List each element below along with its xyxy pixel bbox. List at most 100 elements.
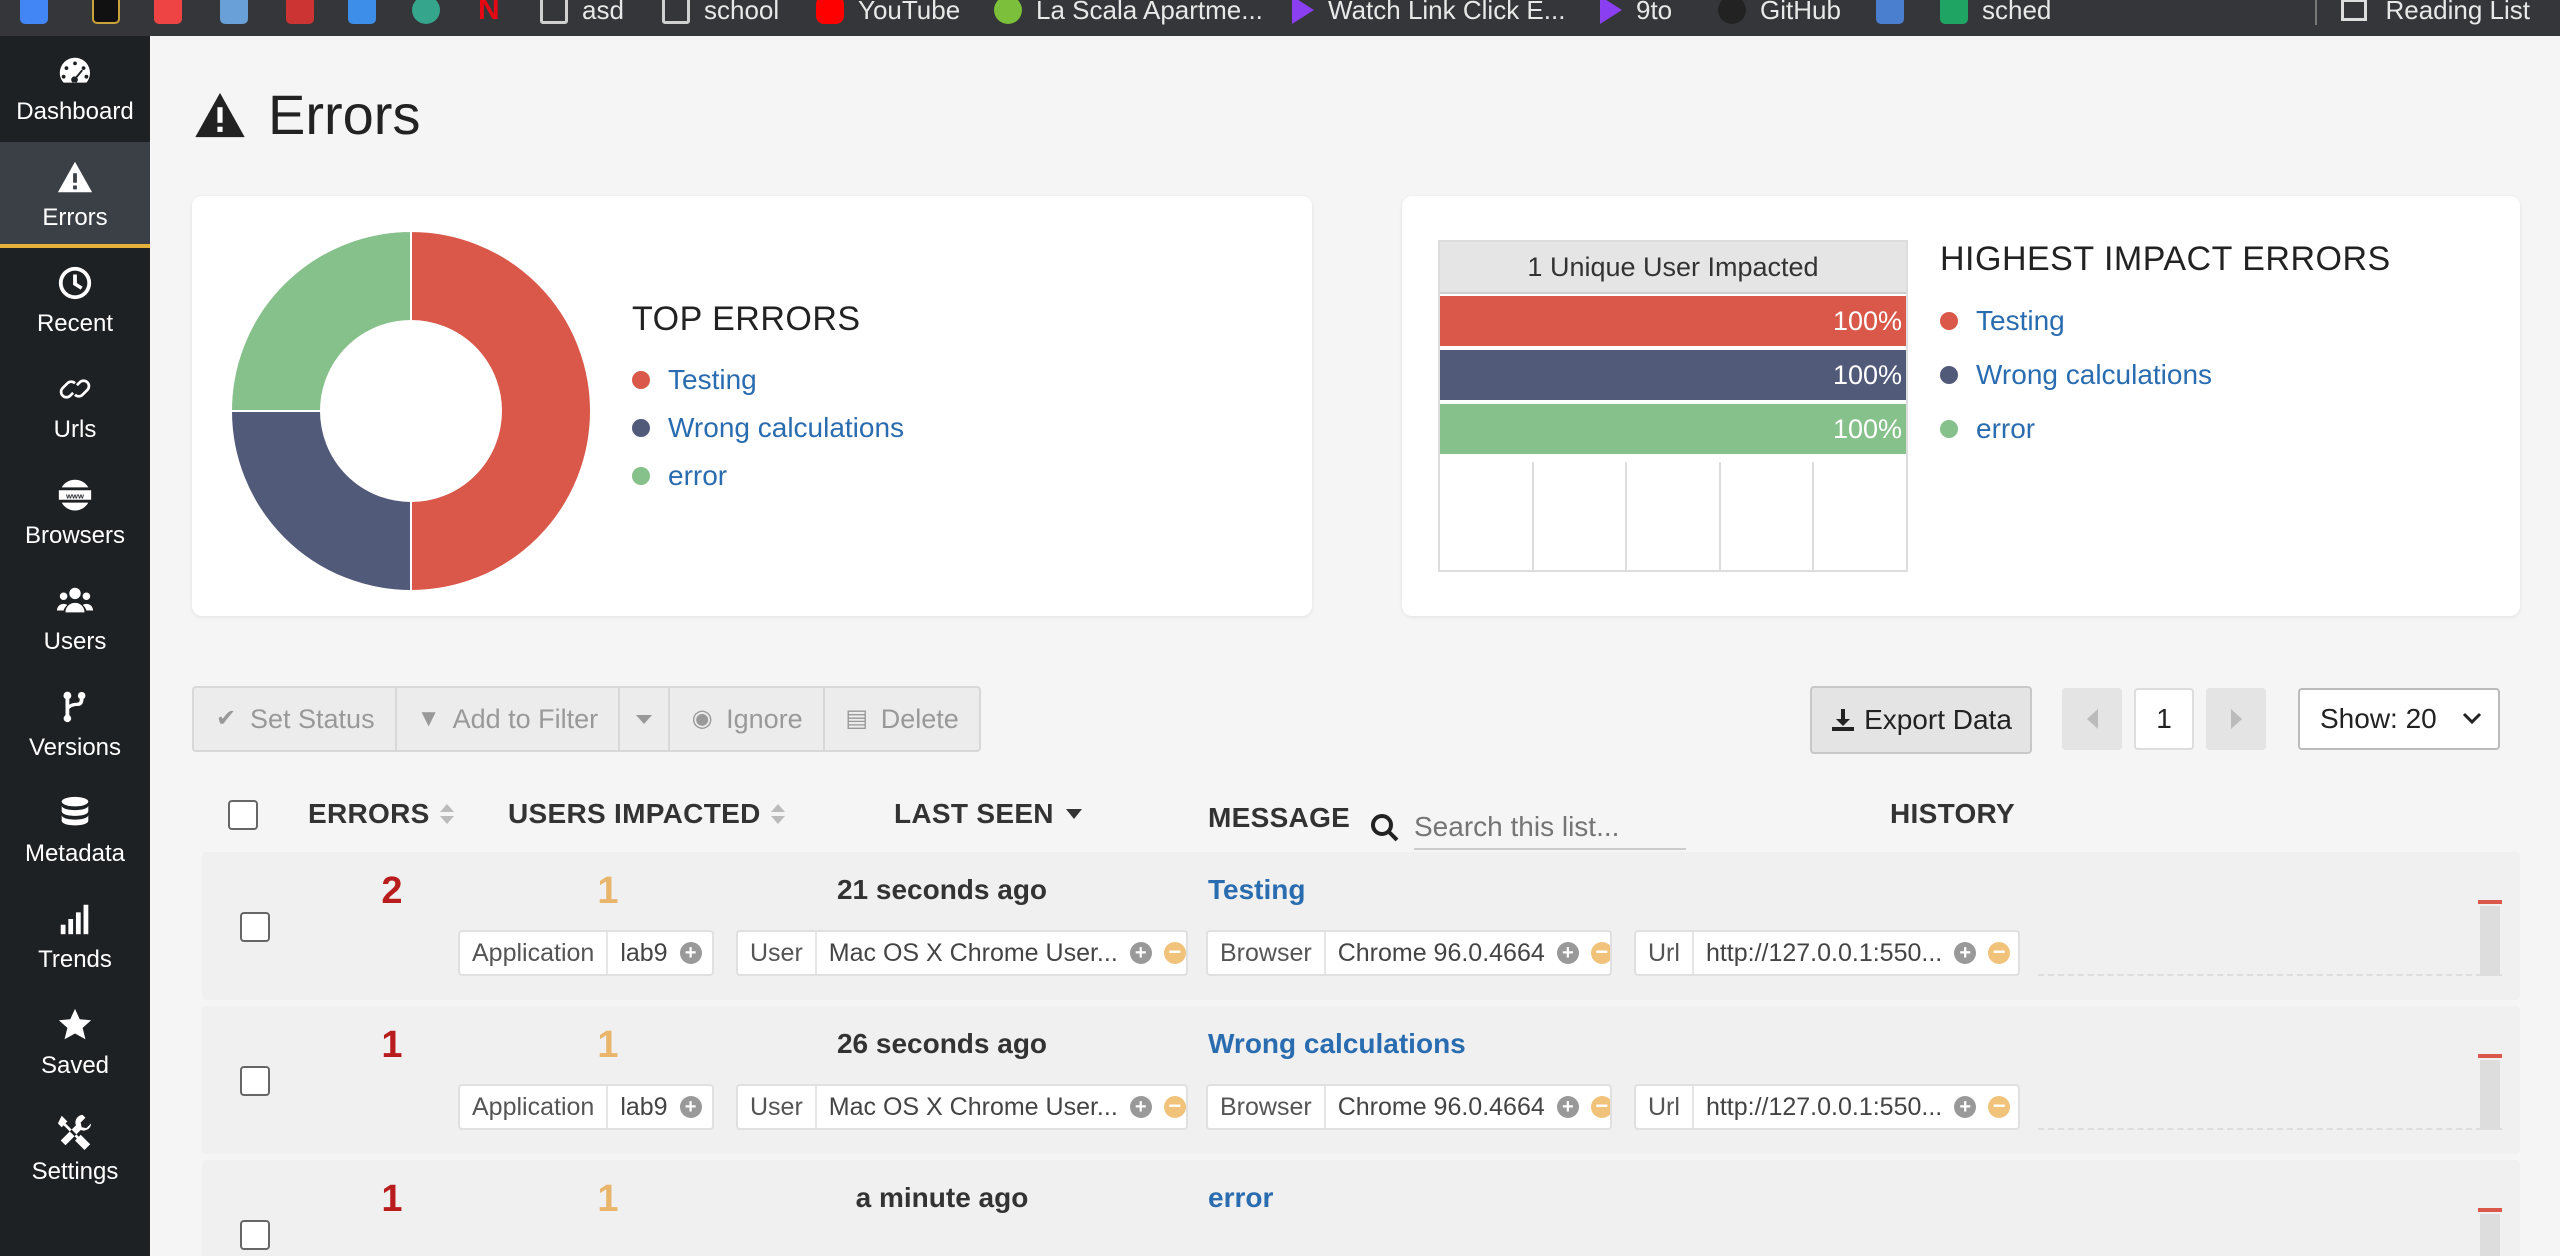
sidebar-item-browsers[interactable]: www Browsers xyxy=(0,460,150,566)
last-seen: 26 seconds ago xyxy=(836,1028,1048,1059)
pb-icon xyxy=(92,0,120,24)
exclude-filter-icon[interactable]: − xyxy=(1590,941,1610,964)
legend-item-testing[interactable]: Testing xyxy=(632,356,904,404)
app-icon xyxy=(154,0,182,24)
bookmark-sched[interactable]: sched xyxy=(1940,0,2051,28)
donut-slice-wrong-calculations[interactable] xyxy=(229,410,412,593)
sidebar-item-metadata[interactable]: Metadata xyxy=(0,778,150,884)
sidebar-item-trends[interactable]: Trends xyxy=(0,884,150,990)
sidebar-item-saved[interactable]: Saved xyxy=(0,990,150,1096)
add-filter-icon[interactable]: + xyxy=(1954,942,1977,964)
clock-icon xyxy=(58,266,92,300)
set-status-button[interactable]: ✔ Set Status xyxy=(194,688,397,750)
table-row[interactable]: 1 1 a minute ago error xyxy=(202,1160,2520,1256)
sidebar-item-errors[interactable]: Errors xyxy=(0,142,150,248)
row-checkbox[interactable] xyxy=(240,912,270,942)
download-icon xyxy=(1832,709,1855,731)
bookmark-label: GitHub xyxy=(1760,0,1841,25)
select-all-checkbox[interactable] xyxy=(228,800,258,830)
photos-bookmark[interactable] xyxy=(220,0,262,28)
netflix-bookmark[interactable]: N xyxy=(478,0,520,28)
red2-bookmark[interactable] xyxy=(286,0,328,28)
page-title: Errors xyxy=(192,82,420,147)
tag-key: Application xyxy=(460,1086,609,1128)
add-filter-icon[interactable]: + xyxy=(1556,1096,1579,1118)
add-to-filter-button[interactable]: ▼ Add to Filter xyxy=(397,688,621,750)
blue-bookmark[interactable] xyxy=(1876,0,1918,28)
circle-icon xyxy=(412,0,440,24)
add-filter-icon[interactable]: + xyxy=(1556,942,1579,964)
legend-item-wrong-calculations[interactable]: Wrong calculations xyxy=(632,404,904,452)
next-page-button[interactable] xyxy=(2206,688,2266,750)
history-baseline xyxy=(2038,974,2502,976)
add-filter-icon[interactable]: + xyxy=(679,1096,702,1118)
legend-item-error[interactable]: error xyxy=(632,452,904,500)
sidebar-item-dashboard[interactable]: Dashboard xyxy=(0,36,150,142)
exclude-filter-icon[interactable]: − xyxy=(1163,1095,1186,1118)
bookmark-link-click[interactable]: Watch Link Click E... xyxy=(1292,0,1565,28)
sort-icon xyxy=(770,802,785,826)
add-filter-icon[interactable]: + xyxy=(1129,942,1152,964)
error-count: 1 xyxy=(381,1024,403,1066)
red-app-bookmark[interactable] xyxy=(154,0,196,28)
sidebar-item-label: Dashboard xyxy=(16,98,134,125)
impact-bar-chart: 1 Unique User Impacted 100% 100% 100% xyxy=(1438,240,1908,572)
gmail-bookmark[interactable] xyxy=(20,0,62,28)
error-message-link[interactable]: error xyxy=(1208,1182,1273,1214)
column-header-errors[interactable]: ERRORS xyxy=(308,798,454,830)
legend-item-error[interactable]: error xyxy=(1940,402,2212,456)
add-filter-icon[interactable]: + xyxy=(1954,1096,1977,1118)
bookmark-label: 9to xyxy=(1636,0,1673,25)
netflix-icon: N xyxy=(478,0,500,26)
previous-page-button[interactable] xyxy=(2062,688,2122,750)
bookmarks-bar: N asd school YouTube La Scala Apartme...… xyxy=(0,0,2560,36)
bookmark-asd[interactable]: asd xyxy=(540,0,624,28)
sidebar-item-versions[interactable]: Versions xyxy=(0,672,150,778)
bookmark-9to[interactable]: 9to xyxy=(1600,0,1672,28)
sidebar-item-settings[interactable]: Settings xyxy=(0,1096,150,1202)
legend-item-testing[interactable]: Testing xyxy=(1940,294,2212,348)
table-row[interactable]: 1 1 26 seconds ago Wrong calculations Ap… xyxy=(202,1006,2520,1154)
page-size-select[interactable]: Show: 20 xyxy=(2298,688,2500,750)
row-checkbox[interactable] xyxy=(240,1066,270,1096)
legend-dot xyxy=(1940,366,1958,384)
grid-bookmark[interactable] xyxy=(348,0,390,28)
youtube-icon xyxy=(816,0,844,24)
delete-button[interactable]: ▤ Delete xyxy=(825,688,979,750)
exclude-filter-icon[interactable]: − xyxy=(1988,1095,2011,1118)
ignore-button[interactable]: ◉ Ignore xyxy=(670,688,825,750)
last-seen: a minute ago xyxy=(855,1182,1029,1213)
bookmark-youtube[interactable]: YouTube xyxy=(816,0,960,28)
leaf-icon xyxy=(994,0,1022,24)
exclude-filter-icon[interactable]: − xyxy=(1163,941,1186,964)
add-filter-icon[interactable]: + xyxy=(1129,1096,1152,1118)
add-to-filter-dropdown[interactable] xyxy=(620,688,671,750)
table-row[interactable]: 2 1 21 seconds ago Testing Application la… xyxy=(202,852,2520,1000)
donut-slice-testing[interactable] xyxy=(410,229,592,593)
button-label: Ignore xyxy=(726,703,803,734)
donut-slice-error[interactable] xyxy=(229,229,412,412)
reading-list[interactable]: Reading List xyxy=(2315,0,2530,28)
current-page[interactable]: 1 xyxy=(2134,688,2194,750)
column-header-last-seen[interactable]: LAST SEEN xyxy=(894,798,1082,830)
legend-item-wrong-calculations[interactable]: Wrong calculations xyxy=(1940,348,2212,402)
search-input[interactable] xyxy=(1414,806,1686,850)
error-message-link[interactable]: Wrong calculations xyxy=(1208,1028,1466,1060)
column-header-users-impacted[interactable]: USERS IMPACTED xyxy=(508,798,785,830)
row-checkbox[interactable] xyxy=(240,1220,270,1250)
sidebar-item-urls[interactable]: Urls xyxy=(0,354,150,460)
bookmark-github[interactable]: GitHub xyxy=(1718,0,1841,28)
export-data-button[interactable]: Export Data xyxy=(1810,686,2032,754)
sidebar-item-users[interactable]: Users xyxy=(0,566,150,672)
exclude-filter-icon[interactable]: − xyxy=(1590,1095,1610,1118)
pb-bookmark[interactable] xyxy=(92,0,134,28)
exclude-filter-icon[interactable]: − xyxy=(1988,941,2011,964)
add-filter-icon[interactable]: + xyxy=(679,942,702,964)
green-bookmark[interactable] xyxy=(412,0,454,28)
bookmark-la-scala[interactable]: La Scala Apartme... xyxy=(994,0,1263,28)
tag-application: Application lab9 + xyxy=(458,930,714,976)
error-message-link[interactable]: Testing xyxy=(1208,874,1305,906)
history-baseline xyxy=(2038,1128,2502,1130)
bookmark-school[interactable]: school xyxy=(662,0,779,28)
sidebar-item-recent[interactable]: Recent xyxy=(0,248,150,354)
